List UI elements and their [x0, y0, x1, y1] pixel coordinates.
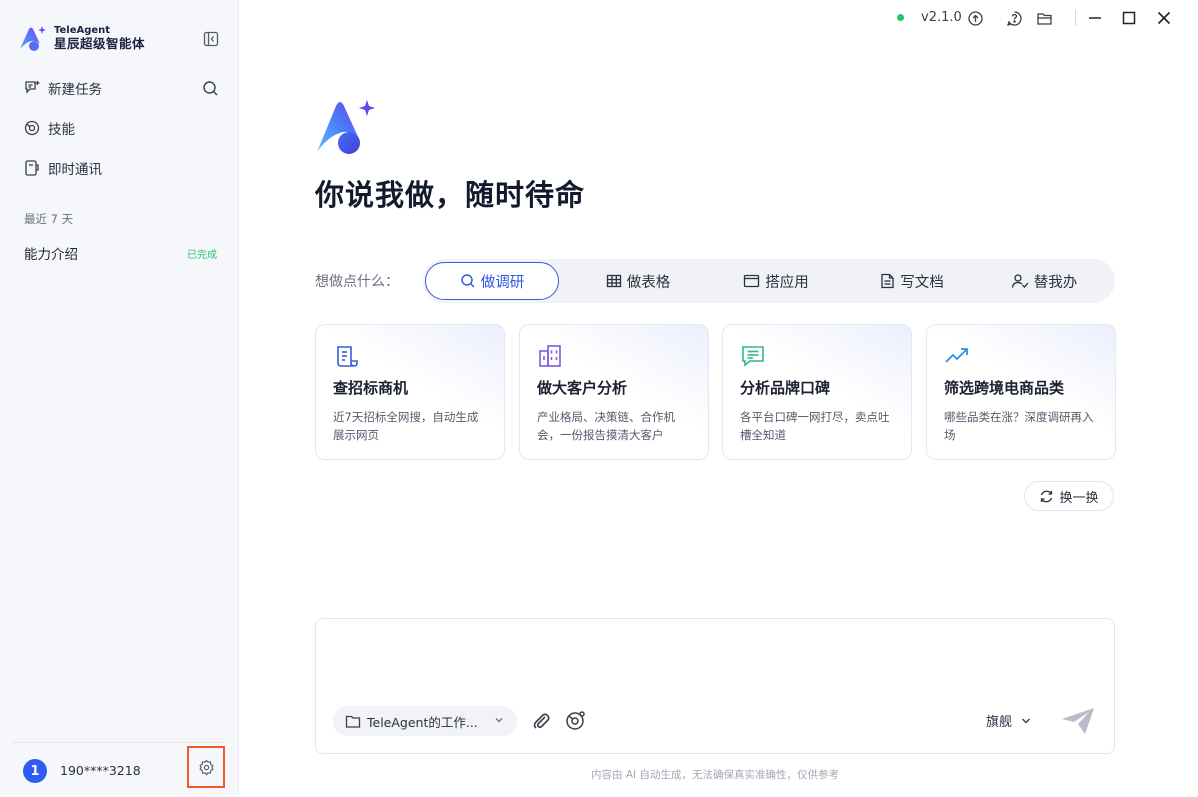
app-window-icon [743, 273, 760, 289]
message-input[interactable] [332, 629, 1098, 699]
building-icon [537, 343, 691, 369]
refresh-label: 换一换 [1059, 490, 1099, 506]
folder-button[interactable] [1034, 8, 1054, 28]
user-bar: 1 190****3218 [12, 742, 227, 797]
suggestion-cards: 查招标商机 近7天招标全网搜，自动生成展示网页 做大客户分析 产业格局、决策链、… [315, 324, 1116, 460]
maximize-icon [1122, 11, 1136, 25]
skills-plugin-button[interactable] [563, 709, 587, 733]
history-item[interactable]: 能力介绍 已完成 [24, 242, 217, 264]
tab-app-label: 搭应用 [765, 274, 809, 291]
brand-logo[interactable]: TeleAgent 星辰超级智能体 [18, 24, 145, 52]
search-icon [202, 80, 217, 95]
person-check-icon [1011, 273, 1029, 289]
skills-icon [566, 711, 585, 730]
table-icon [606, 273, 622, 289]
settings-button[interactable] [187, 746, 225, 788]
suggestion-card-ecommerce[interactable]: 筛选跨境电商品类 哪些品类在涨？深度调研再入场 [926, 324, 1116, 460]
folder-icon [345, 715, 361, 728]
gear-icon [198, 759, 214, 775]
upload-icon [967, 10, 983, 26]
suggestion-card-brand[interactable]: 分析品牌口碑 各平台口碑一网打尽，卖点吐槽全知道 [722, 324, 912, 460]
search-history-button[interactable] [200, 78, 220, 98]
nav-new-task[interactable]: 新建任务 [22, 77, 102, 99]
tabs-prompt-label: 想做点什么： [315, 274, 399, 290]
brand-name-en: TeleAgent [54, 24, 111, 36]
minimize-button[interactable] [1085, 8, 1105, 28]
document-icon [880, 273, 895, 289]
connection-status-dot [897, 14, 904, 21]
comment-icon [740, 343, 894, 369]
chevron-down-icon [493, 714, 505, 726]
sidebar: TeleAgent 星辰超级智能体 新建任务 技能 即时通讯 最近 7 天 能力… [0, 0, 239, 797]
nav-skills[interactable]: 技能 [22, 117, 75, 139]
update-button[interactable] [965, 8, 985, 28]
card-description: 各平台口碑一网打尽，卖点吐槽全知道 [740, 410, 890, 442]
nav-skills-label: 技能 [48, 122, 75, 138]
card-title: 做大客户分析 [537, 379, 628, 397]
skills-icon [22, 118, 42, 138]
version-label: v2.1.0 [921, 10, 962, 25]
tab-table-label: 做表格 [626, 274, 671, 291]
nav-messaging[interactable]: 即时通讯 [22, 157, 102, 179]
attach-file-button[interactable] [530, 710, 552, 732]
suggestion-card-bidding[interactable]: 查招标商机 近7天招标全网搜，自动生成展示网页 [315, 324, 505, 460]
titlebar: v2.1.0 [239, 0, 1198, 36]
chevron-down-icon [1020, 715, 1032, 727]
card-description: 产业格局、决策链、合作机会，一份报告摸清大客户 [537, 410, 675, 442]
model-selector[interactable]: 旗舰 [986, 711, 1032, 730]
model-label: 旗舰 [986, 715, 1013, 730]
minimize-icon [1089, 17, 1101, 19]
close-button[interactable] [1154, 8, 1174, 28]
trending-up-icon [944, 343, 1098, 369]
folder-icon [1036, 12, 1052, 25]
refresh-suggestions-button[interactable]: 换一换 [1024, 481, 1114, 511]
send-icon [1062, 708, 1094, 734]
status-badge: 已完成 [187, 249, 217, 261]
nav-new-task-label: 新建任务 [48, 82, 102, 98]
ai-disclaimer: 内容由 AI 自动生成，无法确保真实准确性，仅供参考 [591, 769, 839, 781]
recent-section-label: 最近 7 天 [24, 212, 74, 226]
brand-mark-icon [18, 24, 48, 52]
send-button[interactable] [1060, 705, 1096, 737]
card-title: 分析品牌口碑 [740, 379, 831, 397]
paperclip-icon [533, 713, 550, 729]
scroll-icon [333, 343, 487, 369]
page-title: 你说我做，随时待命 [315, 178, 586, 212]
new-task-icon [22, 78, 42, 98]
card-title: 查招标商机 [333, 379, 409, 397]
refresh-icon [1039, 489, 1054, 504]
search-icon [460, 273, 476, 289]
card-description: 哪些品类在涨？深度调研再入场 [944, 410, 1094, 442]
workspace-label: TeleAgent的工作... [367, 714, 478, 730]
user-name[interactable]: 190****3218 [60, 763, 141, 778]
sidebar-collapse-icon [203, 31, 219, 47]
task-type-tabs: 想做点什么： 做调研 做表格 搭应用 写文档 替我办 [315, 259, 1115, 303]
tab-table[interactable]: 做表格 [573, 262, 703, 300]
tab-research-label: 做调研 [480, 274, 525, 291]
history-item-title: 能力介绍 [24, 247, 78, 263]
workspace-selector[interactable]: TeleAgent的工作... [333, 706, 517, 736]
nav-messaging-label: 即时通讯 [48, 162, 102, 178]
help-button[interactable] [1004, 8, 1024, 28]
message-composer: TeleAgent的工作... 旗舰 [315, 618, 1115, 754]
close-icon [1157, 11, 1171, 25]
collapse-sidebar-button[interactable] [201, 29, 221, 49]
brand-name-cn: 星辰超级智能体 [54, 35, 146, 51]
messaging-icon [22, 158, 42, 178]
help-icon [1006, 10, 1022, 26]
suggestion-card-client[interactable]: 做大客户分析 产业格局、决策链、合作机会，一份报告摸清大客户 [519, 324, 709, 460]
maximize-button[interactable] [1119, 8, 1139, 28]
tab-do-for-me-label: 替我办 [1033, 274, 1078, 291]
card-description: 近7天招标全网搜，自动生成展示网页 [333, 410, 479, 442]
tab-document[interactable]: 写文档 [847, 262, 977, 300]
avatar[interactable]: 1 [23, 759, 47, 783]
card-title: 筛选跨境电商品类 [944, 379, 1065, 397]
tab-document-label: 写文档 [900, 274, 944, 291]
tab-do-for-me[interactable]: 替我办 [979, 262, 1109, 300]
tab-app[interactable]: 搭应用 [711, 262, 841, 300]
hero-logo-icon [315, 97, 377, 155]
tab-research[interactable]: 做调研 [425, 262, 559, 300]
titlebar-divider [1075, 10, 1076, 26]
